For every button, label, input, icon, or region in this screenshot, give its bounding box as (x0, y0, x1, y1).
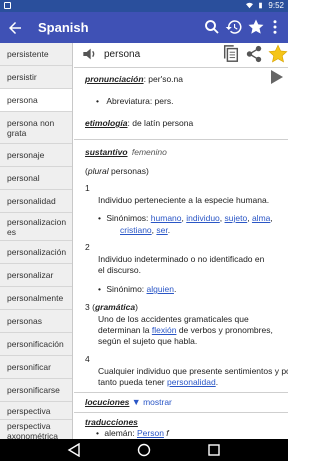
favorites-star-icon[interactable] (247, 18, 265, 36)
list-item-selected[interactable]: persona (0, 89, 72, 112)
abbreviation-value: : pers. (149, 96, 174, 106)
sense-definition-cont: determinan la flexión de verbos y pronom… (98, 325, 273, 335)
traducciones-header: traducciones (85, 417, 138, 427)
locuciones-label: locuciones (85, 397, 130, 407)
history-icon[interactable] (225, 18, 243, 36)
copy-icon[interactable] (222, 44, 240, 64)
list-item[interactable]: personalidad (0, 190, 72, 213)
translation-link[interactable]: Person (137, 428, 164, 438)
sense-number: 1 (85, 183, 90, 193)
word-list: persistente persistir persona persona no… (0, 43, 73, 439)
synonym-link[interactable]: alma (252, 213, 270, 223)
synonym-link[interactable]: individuo (186, 213, 220, 223)
list-item[interactable]: perspectiva (0, 402, 72, 420)
divider (74, 139, 288, 140)
etymology-line: etimología: de latín persona (85, 118, 193, 129)
divider (74, 67, 288, 68)
sense-definition-cont: el discurso. (98, 265, 141, 275)
expand-triangle-icon[interactable]: ▼ (132, 397, 141, 407)
word-link[interactable]: flexión (152, 325, 177, 335)
sense-definition: Individuo indeterminado o no identificad… (98, 254, 265, 264)
sense-definition: Uno de los accidentes gramaticales que (98, 314, 249, 324)
share-icon[interactable] (245, 45, 263, 63)
etymology-value: : de latín persona (127, 118, 194, 128)
list-item[interactable]: personificar (0, 356, 72, 379)
synonym-link[interactable]: sujeto (225, 213, 248, 223)
headword: persona (104, 49, 141, 60)
synonym-link[interactable]: humano (151, 213, 182, 223)
word-link[interactable]: personalidad (167, 377, 216, 387)
search-icon[interactable] (203, 18, 221, 36)
list-item[interactable]: personaje (0, 144, 72, 167)
back-arrow-icon[interactable] (6, 19, 24, 37)
list-item[interactable]: personificación (0, 333, 72, 356)
entry-panel: persona pronunciación: per'so.na • Abrev… (74, 43, 288, 439)
usage-area: gramática (94, 302, 136, 312)
translation-line: • alemán: Person f (96, 428, 169, 438)
locuciones-row: locuciones ▼ mostrar (85, 397, 172, 408)
navigation-bar (0, 439, 288, 461)
synonyms-line: • Sinónimo: alguien. (98, 284, 177, 294)
synonyms-line: • Sinónimos: humano, individuo, sujeto, … (98, 213, 273, 223)
synonym-link[interactable]: alguien (147, 284, 174, 294)
synonym-link[interactable]: cristiano (120, 225, 152, 235)
clock: 9:52 (268, 1, 284, 10)
app-title: Spanish (38, 20, 89, 35)
abbreviation-line: • Abreviatura: pers. (96, 96, 173, 107)
list-item[interactable]: persona non grata (0, 112, 72, 144)
synonym-link[interactable]: ser (156, 225, 167, 235)
plural-label: plural (87, 166, 109, 176)
sense-number: 4 (85, 354, 90, 364)
app-bar: Spanish (0, 12, 288, 43)
nav-home-icon[interactable] (137, 443, 151, 457)
etymology-label: etimología (85, 118, 128, 128)
plural-line: (plural personas) (85, 166, 149, 176)
list-item[interactable]: persistente (0, 43, 72, 66)
pronunciation-line: pronunciación: per'so.na (85, 74, 183, 85)
show-button[interactable]: mostrar (143, 397, 172, 407)
sense-definition: Cualquier individuo que presente sentimi… (98, 366, 288, 376)
nav-recents-icon[interactable] (207, 443, 221, 457)
sense-definition-cont: según el sujeto que habla. (98, 336, 198, 346)
nav-back-icon[interactable] (67, 443, 81, 457)
synonyms-line-2: cristiano, ser. (120, 225, 171, 235)
more-options-icon[interactable] (268, 18, 282, 36)
status-icons: 9:52 (246, 1, 284, 10)
list-item[interactable]: personificarse (0, 379, 72, 402)
sense-definition-cont: tanto pueda tener personalidad. (98, 377, 219, 387)
pos-line: sustantivo femenino (85, 147, 167, 158)
play-icon[interactable] (270, 69, 284, 85)
bullet: • (96, 96, 99, 106)
list-item[interactable]: personal (0, 167, 72, 190)
wifi-icon (246, 2, 254, 9)
sense-number: 2 (85, 242, 90, 252)
list-item[interactable]: personas (0, 310, 72, 333)
gender-label: femenino (131, 147, 167, 157)
sense-header: 3 (gramática) (85, 302, 138, 312)
speaker-icon[interactable] (82, 47, 98, 61)
list-item[interactable]: personalizaciones (0, 213, 72, 241)
list-item[interactable]: personalmente (0, 287, 72, 310)
list-item[interactable]: personalizar (0, 264, 72, 287)
list-item[interactable]: persistir (0, 66, 72, 89)
list-item[interactable]: perspectiva axonométrica (0, 420, 72, 439)
abbreviation-label: Abreviatura (106, 96, 150, 106)
pos-label: sustantivo (85, 147, 128, 157)
battery-icon (259, 2, 263, 9)
status-bar: 9:52 (0, 0, 288, 12)
notification-icon (4, 2, 11, 9)
divider (74, 412, 288, 413)
favorite-star-icon[interactable] (268, 44, 288, 64)
divider (74, 392, 288, 393)
list-item[interactable]: personalización (0, 241, 72, 264)
pronunciation-value: : per'so.na (143, 74, 183, 84)
pronunciation-label: pronunciación (85, 74, 144, 84)
sense-definition: Individuo perteneciente a la especie hum… (98, 195, 270, 205)
